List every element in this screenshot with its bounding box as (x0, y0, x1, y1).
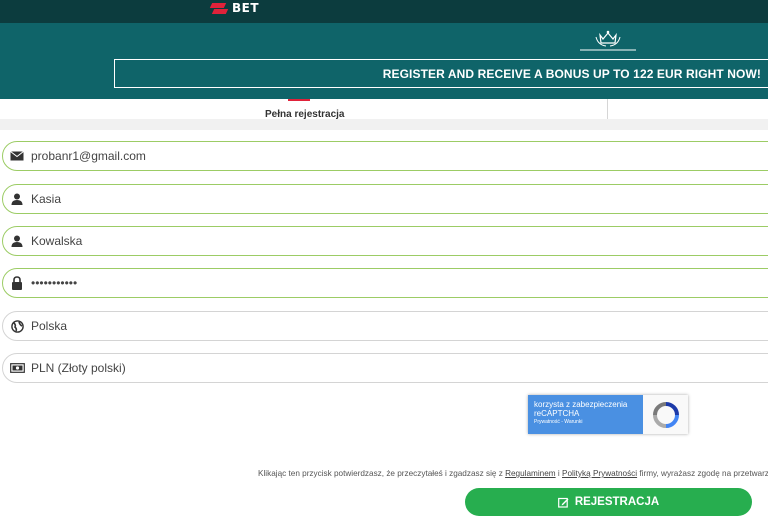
user-icon (3, 193, 31, 205)
recaptcha-badge[interactable]: korzysta z zabezpieczenia reCAPTCHA Pryw… (528, 395, 688, 434)
registration-tabs: Pełna rejestracja (0, 99, 768, 120)
registration-page: BET REGISTER AND RECEIVE A BONUS UP TO 1… (0, 0, 768, 521)
currency-value: PLN (Złoty polski) (31, 361, 126, 375)
terms-link[interactable]: Regulaminem (505, 469, 556, 478)
recaptcha-icon (652, 401, 679, 428)
recaptcha-text: korzysta z zabezpieczenia reCAPTCHA Pryw… (528, 395, 643, 434)
bonus-text: REGISTER AND RECEIVE A BONUS UP TO 122 E… (382, 66, 761, 81)
banknote-icon (3, 363, 31, 373)
consent-and: i (557, 469, 560, 478)
envelope-icon (3, 151, 31, 161)
first-name-field[interactable] (2, 184, 768, 214)
recaptcha-line1: korzysta z zabezpieczenia (534, 400, 628, 409)
promo-banner: REGISTER AND RECEIVE A BONUS UP TO 122 E… (0, 23, 768, 99)
currency-select[interactable]: PLN (Złoty polski) (2, 353, 768, 383)
recaptcha-logo (643, 395, 688, 434)
logo[interactable]: BET (210, 0, 259, 16)
register-button-label: REJESTRACJA (574, 496, 660, 508)
crown-laurel-icon (580, 30, 636, 51)
recaptcha-line2: reCAPTCHA (534, 409, 580, 418)
bonus-box[interactable]: REGISTER AND RECEIVE A BONUS UP TO 122 E… (114, 59, 768, 88)
first-name-input[interactable] (31, 192, 731, 206)
country-value: Polska (31, 319, 68, 333)
logo-text: BET (232, 1, 260, 15)
consent-prefix: Klikając ten przycisk potwierdzasz, że p… (258, 469, 503, 478)
globe-icon (3, 319, 31, 333)
consent-suffix: firmy, wyrażasz zgodę na przetwarzanie d… (639, 469, 768, 478)
country-select[interactable]: Polska (2, 311, 768, 341)
privacy-link[interactable]: Polityką Prywatności (562, 469, 637, 478)
edit-icon (557, 497, 569, 508)
section-divider (0, 119, 768, 130)
email-input[interactable] (31, 149, 731, 163)
consent-text: Klikając ten przycisk potwierdzasz, że p… (258, 469, 768, 478)
password-field[interactable]: ••••••••••• (2, 268, 768, 298)
tab-active-indicator (288, 99, 310, 101)
tab-divider (607, 99, 608, 119)
lock-icon (3, 276, 31, 290)
recaptcha-terms-link[interactable]: Prywatność - Warunki (534, 418, 637, 427)
last-name-input[interactable] (31, 234, 731, 248)
register-button[interactable]: REJESTRACJA (465, 488, 752, 516)
logo-mark-icon (210, 1, 228, 15)
email-field[interactable] (2, 141, 768, 171)
top-bar: BET (0, 0, 768, 23)
user-icon (3, 235, 31, 247)
last-name-field[interactable] (2, 226, 768, 256)
password-input[interactable]: ••••••••••• (31, 276, 77, 290)
